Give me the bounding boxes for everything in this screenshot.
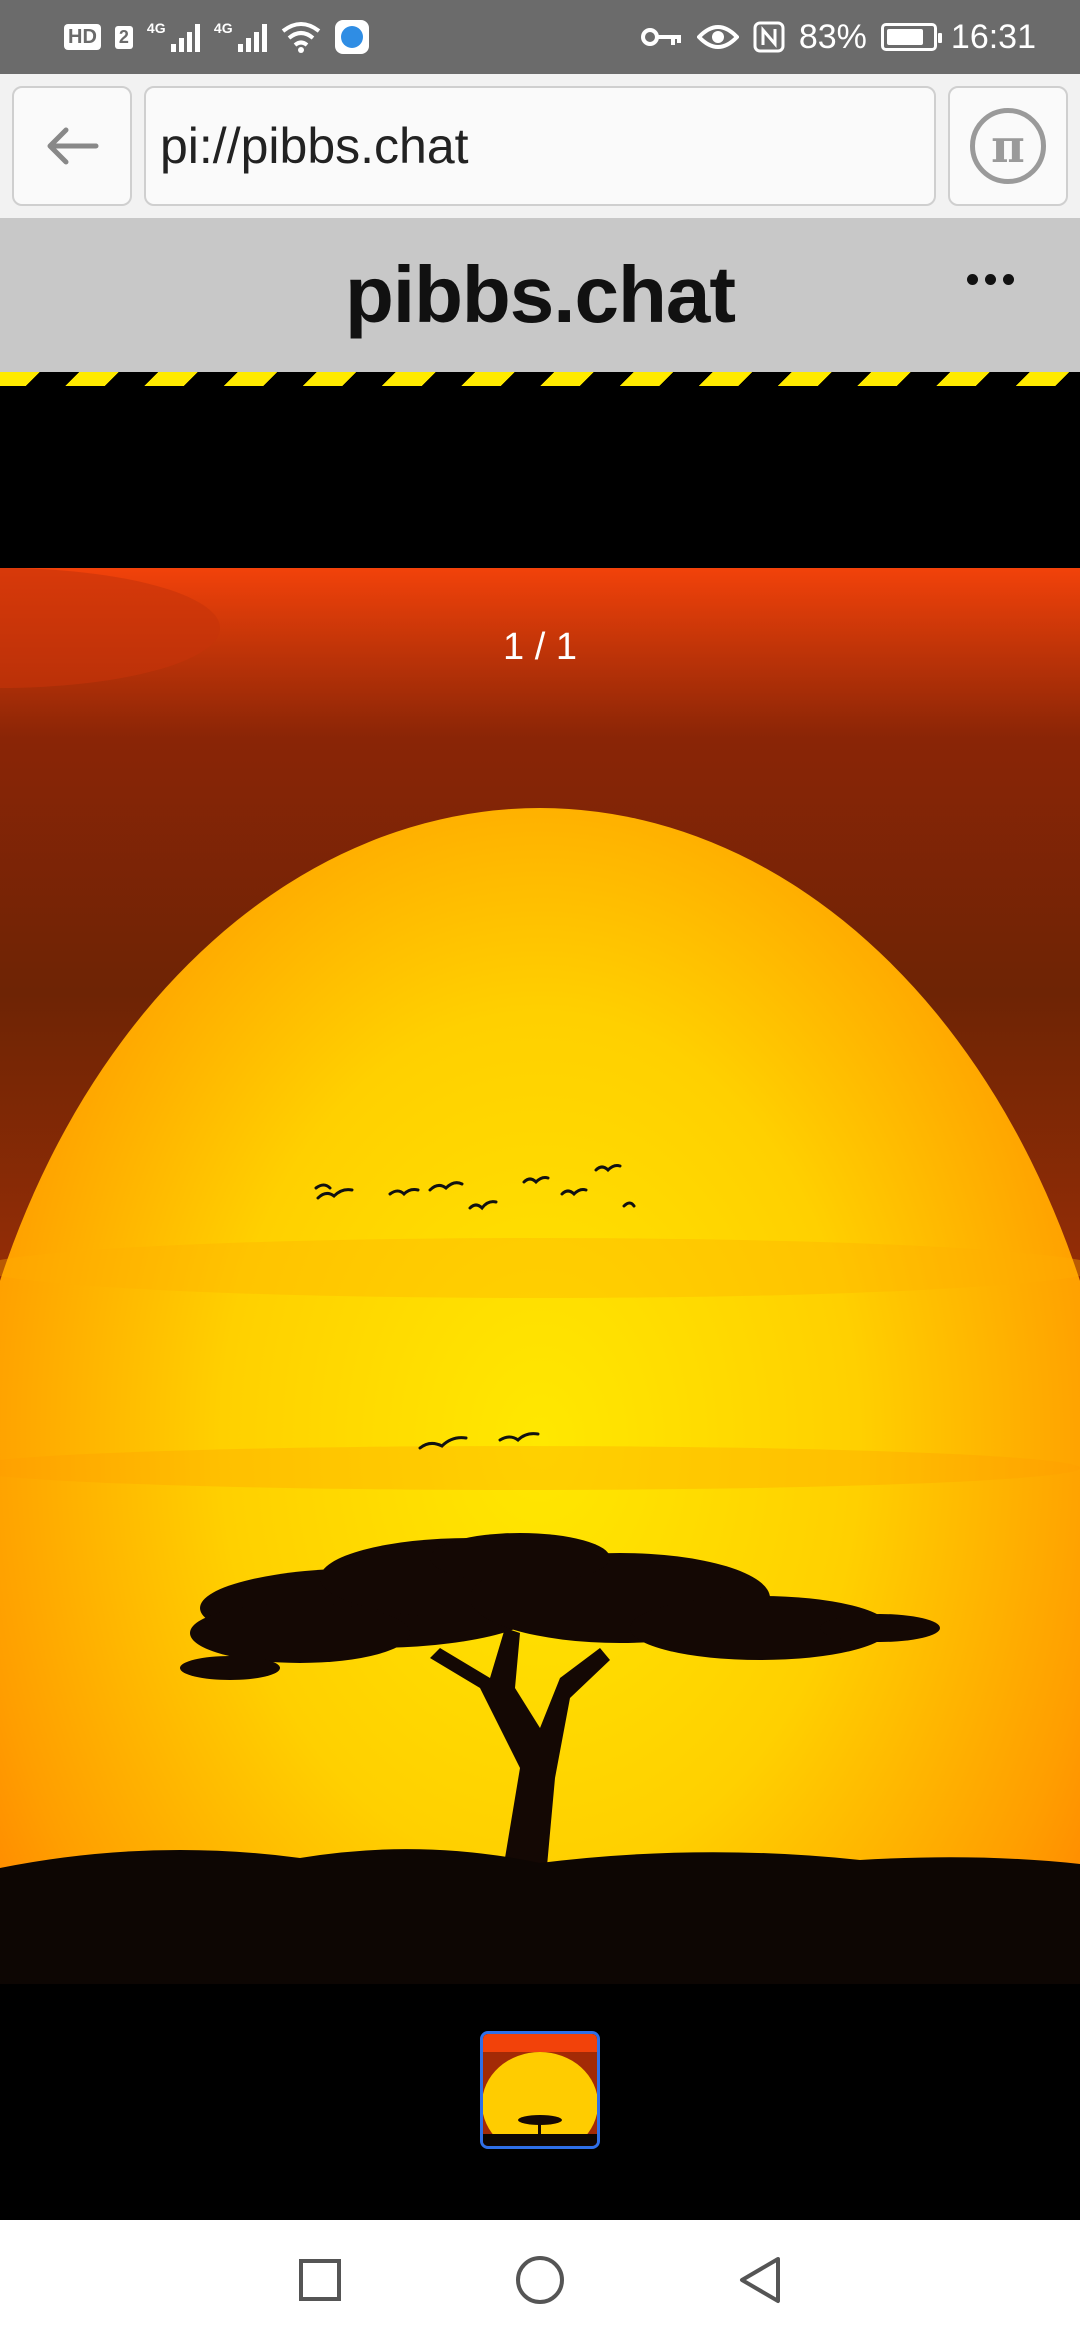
nfc-icon bbox=[753, 21, 785, 53]
back-button[interactable] bbox=[12, 86, 132, 206]
sunset-photo[interactable] bbox=[0, 568, 1080, 1984]
pi-wallet-button[interactable]: π bbox=[948, 86, 1068, 206]
app-notification-icon bbox=[334, 20, 369, 54]
browser-bar: pi://pibbs.chat π bbox=[0, 74, 1080, 218]
status-bar: HD 2 4G 4G 83% 16:31 bbox=[0, 0, 1080, 74]
wifi-icon bbox=[281, 22, 321, 53]
status-left: HD 2 4G 4G bbox=[64, 20, 369, 54]
circle-icon[interactable] bbox=[510, 2250, 570, 2310]
network-type-label: 4G bbox=[146, 20, 166, 36]
system-nav-bar bbox=[0, 2220, 1080, 2340]
sim-badge: 2 bbox=[114, 25, 133, 49]
eye-icon bbox=[696, 25, 739, 49]
image-viewer[interactable]: 1 / 1 bbox=[0, 386, 1080, 2220]
triangle-back-icon[interactable] bbox=[730, 2250, 790, 2310]
page-title: pibbs.chat bbox=[344, 250, 736, 339]
network-type-label-2: 4G bbox=[213, 20, 233, 36]
signal-icon-2: 4G bbox=[213, 20, 267, 52]
battery-icon bbox=[880, 23, 942, 51]
hd-badge: HD bbox=[64, 24, 101, 50]
hazard-stripe bbox=[0, 372, 1080, 386]
image-thumbnail[interactable] bbox=[480, 2031, 600, 2149]
url-field[interactable]: pi://pibbs.chat bbox=[144, 86, 936, 206]
image-counter: 1 / 1 bbox=[503, 626, 577, 668]
square-icon[interactable] bbox=[290, 2250, 350, 2310]
signal-icon: 4G bbox=[146, 20, 200, 52]
arrow-left-icon bbox=[47, 127, 99, 165]
clock: 16:31 bbox=[950, 17, 1036, 56]
pi-logo-icon: π bbox=[970, 108, 1046, 184]
key-icon bbox=[640, 28, 681, 46]
app-header: pibbs.chat bbox=[0, 218, 1080, 372]
status-right: 83% 16:31 bbox=[640, 17, 1036, 57]
battery-percent: 83% bbox=[798, 17, 867, 56]
more-horizontal-icon[interactable] bbox=[967, 274, 1014, 285]
